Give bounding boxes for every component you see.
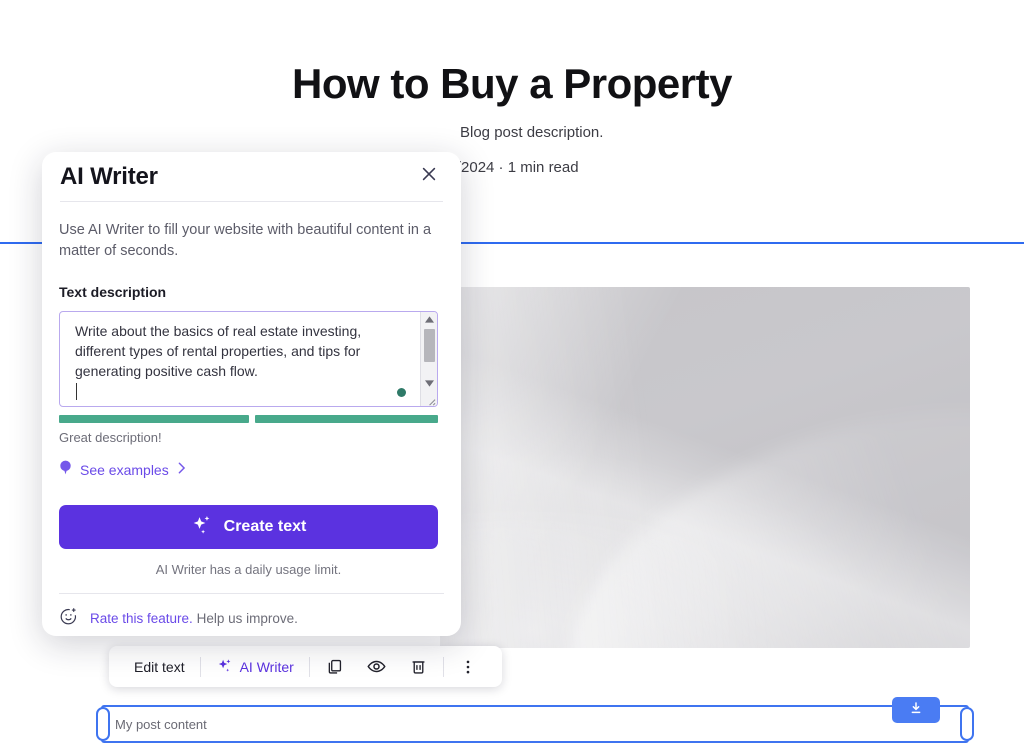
status-dot — [397, 388, 406, 397]
rate-feature-tail: Help us improve. — [196, 610, 298, 626]
toolbar-separator — [199, 656, 201, 677]
smiley-sparkle-icon — [59, 607, 78, 629]
rate-feature-row: Rate this feature. Help us improve. — [59, 607, 444, 629]
field-handle-right[interactable] — [960, 707, 974, 741]
create-text-label: Create text — [223, 518, 307, 535]
scrollbar-thumb[interactable] — [423, 329, 435, 362]
element-toolbar: Edit text AI Writer — [109, 646, 502, 687]
page-description: Blog post description. — [460, 124, 604, 141]
textarea-scrollbar[interactable] — [420, 312, 438, 406]
dialog-footer-divider — [59, 593, 444, 594]
text-caret — [76, 383, 77, 400]
meter-note: Great description! — [59, 430, 162, 445]
field-handle-left[interactable] — [96, 707, 110, 741]
see-examples-label: See examples — [80, 462, 169, 478]
close-icon — [419, 164, 439, 189]
text-description-label: Text description — [59, 284, 167, 300]
delete-button[interactable] — [398, 646, 439, 687]
ai-writer-button[interactable]: AI Writer — [205, 646, 305, 687]
lightbulb-icon — [59, 460, 72, 480]
meter-segment — [255, 415, 438, 423]
sparkle-icon — [216, 658, 233, 675]
ai-writer-dialog: AI Writer Use AI Writer to fill your web… — [42, 152, 461, 636]
toolbar-separator — [308, 656, 310, 677]
duplicate-button[interactable] — [314, 646, 355, 687]
ai-writer-label: AI Writer — [239, 658, 294, 675]
post-content-label: My post content — [115, 716, 207, 732]
close-button[interactable] — [415, 160, 443, 193]
resize-grip-icon[interactable] — [421, 391, 438, 406]
page-title: How to Buy a Property — [292, 60, 732, 107]
sparkle-icon — [191, 514, 213, 541]
duplicate-icon — [325, 657, 344, 676]
preview-button[interactable] — [355, 646, 398, 687]
download-button[interactable] — [892, 697, 940, 723]
text-description-input[interactable]: Write about the basics of real estate in… — [59, 311, 438, 407]
create-text-button[interactable]: Create text — [59, 505, 438, 549]
edit-text-label: Edit text — [134, 658, 185, 675]
eye-icon — [366, 656, 387, 677]
chevron-right-icon — [177, 461, 186, 479]
dialog-title: AI Writer — [60, 162, 158, 190]
meter-segment — [59, 415, 249, 423]
download-icon — [908, 700, 924, 721]
more-options-button[interactable] — [448, 646, 488, 687]
dialog-subtitle: Use AI Writer to fill your website with … — [59, 222, 432, 259]
dialog-header: AI Writer — [59, 152, 444, 201]
scroll-up-icon[interactable] — [421, 312, 438, 327]
text-description-value: Write about the basics of real estate in… — [75, 323, 366, 379]
edit-text-button[interactable]: Edit text — [123, 646, 196, 687]
scroll-down-icon[interactable] — [421, 376, 438, 391]
description-quality-meter — [59, 415, 438, 423]
hero-image[interactable] — [440, 287, 970, 648]
rate-feature-link[interactable]: Rate this feature. — [90, 611, 193, 626]
app-root: How to Buy a Property Blog post descript… — [0, 0, 1024, 753]
toolbar-separator — [442, 656, 444, 677]
dialog-header-divider — [60, 201, 443, 202]
usage-limit-note: AI Writer has a daily usage limit. — [155, 562, 342, 577]
trash-icon — [409, 657, 428, 676]
more-vertical-icon — [459, 658, 477, 676]
post-content-field[interactable]: My post content — [96, 705, 974, 743]
see-examples-link[interactable]: See examples — [59, 460, 186, 480]
